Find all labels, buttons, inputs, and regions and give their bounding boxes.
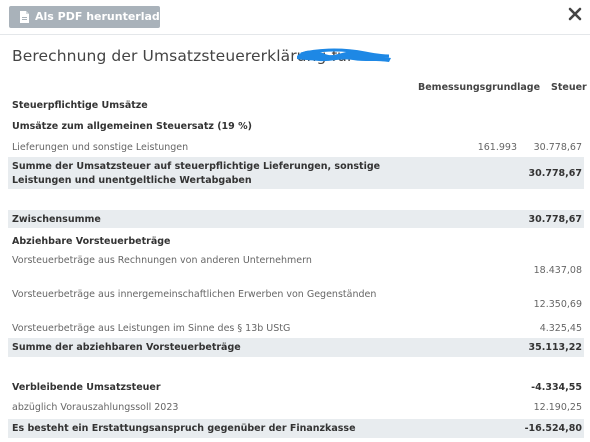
row-label: Abziehbare Vorsteuerbeträge [12,236,171,247]
row-label: Lieferungen und sonstige Leistungen [12,142,189,153]
table-row: Vorsteuerbeträge aus innergemeinschaftli… [8,286,584,312]
table-row: Verbleibende Umsatzsteuer -4.334,55 [8,379,584,397]
row-label: Vorsteuerbeträge aus Rechnungen von ande… [12,255,312,266]
row-label: Verbleibende Umsatzsteuer [12,382,161,393]
table-row: Abziehbare Vorsteuerbeträge [8,232,584,250]
table-row-sum: Summe der abziehbaren Vorsteuerbeträge 3… [8,338,584,357]
row-tax-value: 4.325,45 [539,323,582,334]
row-tax-value: 18.437,08 [533,265,582,276]
row-tax-value: 12.190,25 [533,402,582,413]
row-tax-value: 35.113,22 [528,342,583,353]
table-row: Steuerpflichtige Umsätze [8,96,584,114]
redaction-scribble [297,48,391,62]
row-tax-value: 30.778,67 [528,214,583,225]
toolbar: Als PDF herunterladen [0,0,590,35]
row-label: Vorsteuerbeträge aus Leistungen im Sinne… [12,323,291,334]
table-row: Umsätze zum allgemeinen Steuersatz (19 %… [8,117,584,135]
download-pdf-label: Als PDF herunterladen [35,10,176,23]
table-row-sum: Summe der Umsatzsteuer auf steuerpflicht… [8,157,584,189]
row-basis-value: 161.993 [477,142,517,153]
row-tax-value: 30.778,67 [533,142,582,153]
row-label: Steuerpflichtige Umsätze [12,100,148,111]
row-label-line2: Leistungen und unentgeltliche Wertabgabe… [12,175,252,186]
row-tax-value: 30.778,67 [528,168,583,179]
row-tax-value: 12.350,69 [533,299,582,310]
document-icon [20,11,29,23]
row-label: Vorsteuerbeträge aus innergemeinschaftli… [12,289,377,300]
table-row: abzüglich Vorauszahlungssoll 2023 12.190… [8,399,584,417]
table-row-subtotal: Zwischensumme 30.778,67 [8,210,584,228]
row-label: Zwischensumme [12,214,101,225]
close-icon[interactable] [568,7,582,21]
download-pdf-button[interactable]: Als PDF herunterladen [9,6,175,28]
row-tax-value: -16.524,80 [524,423,582,434]
column-header-basis: Bemessungsgrundlage [418,82,541,93]
table-row: Vorsteuerbeträge aus Leistungen im Sinne… [8,320,584,338]
row-label: Umsätze zum allgemeinen Steuersatz (19 %… [12,121,252,132]
column-header-tax: Steuer [551,82,587,93]
row-label-line1: Summe der Umsatzsteuer auf steuerpflicht… [12,161,381,172]
table-row-result: Es besteht ein Erstattungsanspruch gegen… [8,419,584,438]
row-tax-value: -4.334,55 [531,382,582,393]
row-label: Summe der abziehbaren Vorsteuerbeträge [12,342,241,353]
table-row: Vorsteuerbeträge aus Rechnungen von ande… [8,252,584,278]
row-label: Es besteht ein Erstattungsanspruch gegen… [12,423,356,434]
row-label: abzüglich Vorauszahlungssoll 2023 [12,402,179,413]
table-row: Lieferungen und sonstige Leistungen 161.… [8,138,584,156]
